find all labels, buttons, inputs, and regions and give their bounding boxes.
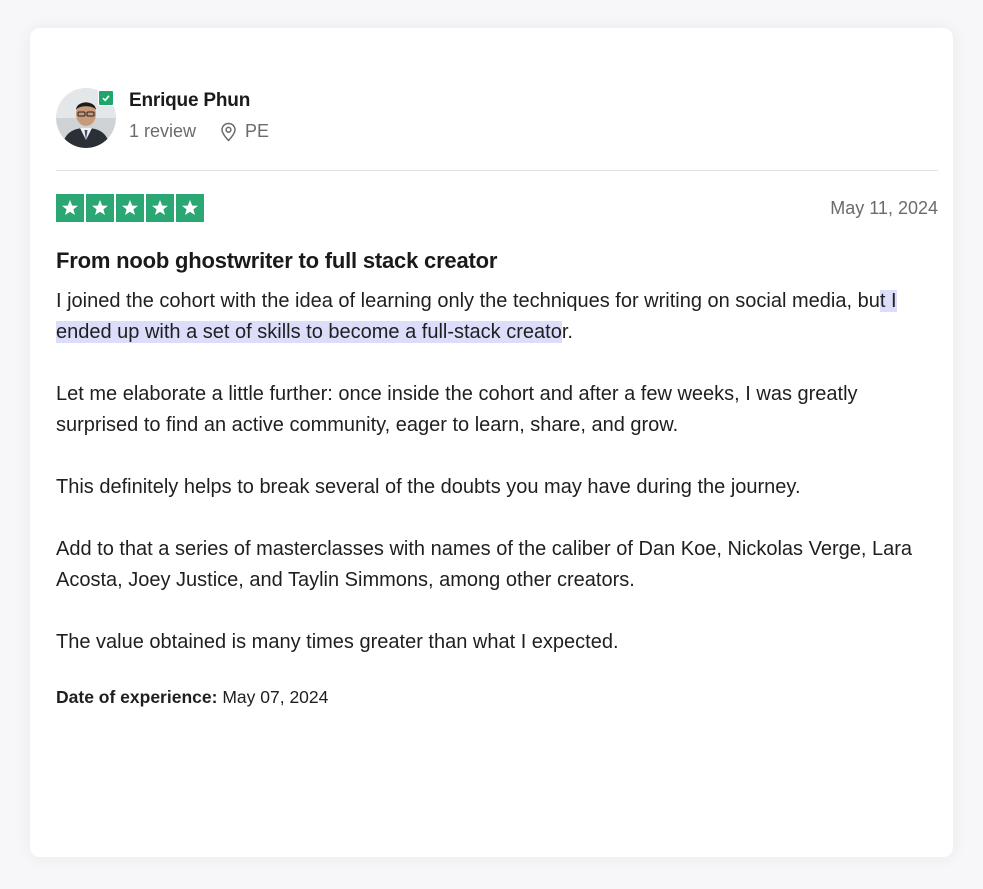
review-paragraph: Let me elaborate a little further: once … <box>56 383 858 436</box>
reviewer-details: 1 review PE <box>129 121 269 142</box>
reviewer-header: Enrique Phun 1 review PE <box>56 88 269 148</box>
review-paragraph: The value obtained is many times greater… <box>56 631 619 653</box>
star-icon <box>176 194 204 222</box>
reviewer-name[interactable]: Enrique Phun <box>129 90 269 112</box>
reviewer-location: PE <box>245 121 270 141</box>
paragraph-text: r. <box>561 321 573 343</box>
reviewer-meta: Enrique Phun 1 review PE <box>129 90 269 142</box>
star-icon <box>116 194 144 222</box>
check-badge-icon <box>98 90 114 106</box>
location-pin-icon <box>220 122 237 142</box>
star-icon <box>146 194 174 222</box>
star-icon <box>86 194 114 222</box>
star-rating <box>56 194 204 222</box>
avatar[interactable] <box>56 88 116 148</box>
review-paragraph: I joined the cohort with the idea of lea… <box>56 286 936 348</box>
paragraph-text: I joined the cohort with the idea of lea… <box>56 290 880 312</box>
review-card: Enrique Phun 1 review PE May 11, 2024 Fr… <box>30 28 953 857</box>
review-date: May 11, 2024 <box>830 198 938 218</box>
star-icon <box>56 194 84 222</box>
divider <box>56 170 938 171</box>
experience-label: Date of experience: <box>56 687 218 707</box>
review-paragraph: Add to that a series of masterclasses wi… <box>56 538 912 591</box>
review-body: I joined the cohort with the idea of lea… <box>56 286 936 689</box>
experience-date: May 07, 2024 <box>222 687 329 707</box>
review-paragraph: This definitely helps to break several o… <box>56 476 801 498</box>
date-of-experience: Date of experience: May 07, 2024 <box>56 687 328 708</box>
review-count: 1 review <box>129 121 197 141</box>
review-title[interactable]: From noob ghostwriter to full stack crea… <box>56 248 497 274</box>
